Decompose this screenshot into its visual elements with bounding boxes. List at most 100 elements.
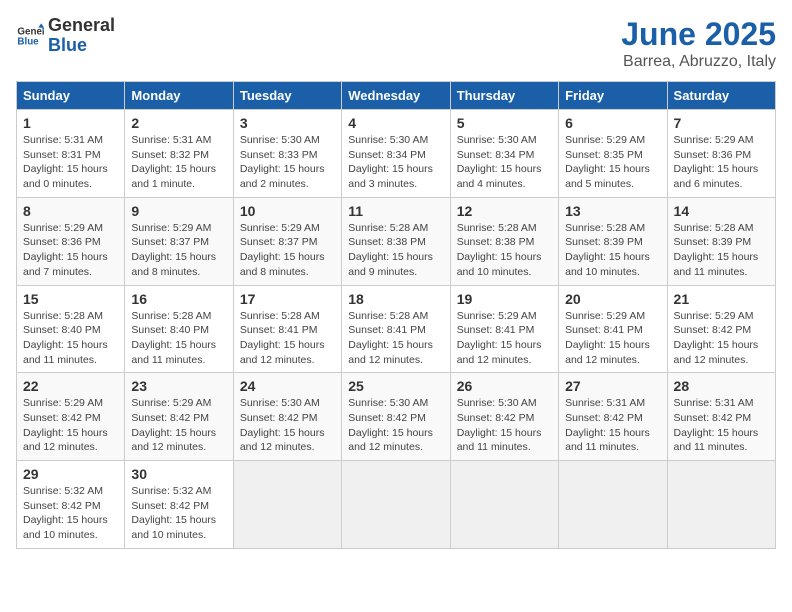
sunrise-label: Sunrise: 5:32 AM [131,485,211,497]
sunrise-label: Sunrise: 5:28 AM [23,310,103,322]
day-number: 7 [674,115,769,131]
day-number: 5 [457,115,552,131]
day-info: Sunrise: 5:31 AM Sunset: 8:32 PM Dayligh… [131,133,226,192]
calendar-cell: 16 Sunrise: 5:28 AM Sunset: 8:40 PM Dayl… [125,285,233,373]
calendar-cell: 6 Sunrise: 5:29 AM Sunset: 8:35 PM Dayli… [559,110,667,198]
daylight-label: Daylight: 15 hours and 4 minutes. [457,163,542,190]
daylight-label: Daylight: 15 hours and 9 minutes. [348,251,433,278]
day-info: Sunrise: 5:29 AM Sunset: 8:36 PM Dayligh… [674,133,769,192]
day-number: 25 [348,378,443,394]
day-number: 15 [23,291,118,307]
calendar-cell: 24 Sunrise: 5:30 AM Sunset: 8:42 PM Dayl… [233,373,341,461]
sunset-label: Sunset: 8:41 PM [565,324,643,336]
sunset-label: Sunset: 8:41 PM [240,324,318,336]
page-header: General Blue General Blue June 2025 Barr… [16,16,776,71]
daylight-label: Daylight: 15 hours and 10 minutes. [23,514,108,541]
sunset-label: Sunset: 8:38 PM [457,236,535,248]
day-number: 22 [23,378,118,394]
day-info: Sunrise: 5:28 AM Sunset: 8:40 PM Dayligh… [23,309,118,368]
calendar-header-row: Sunday Monday Tuesday Wednesday Thursday… [17,82,776,110]
daylight-label: Daylight: 15 hours and 11 minutes. [565,427,650,454]
calendar-cell: 30 Sunrise: 5:32 AM Sunset: 8:42 PM Dayl… [125,461,233,549]
title-area: June 2025 Barrea, Abruzzo, Italy [621,16,776,71]
daylight-label: Daylight: 15 hours and 8 minutes. [240,251,325,278]
day-info: Sunrise: 5:29 AM Sunset: 8:35 PM Dayligh… [565,133,660,192]
calendar-cell: 9 Sunrise: 5:29 AM Sunset: 8:37 PM Dayli… [125,197,233,285]
day-number: 12 [457,203,552,219]
day-number: 19 [457,291,552,307]
sunset-label: Sunset: 8:35 PM [565,149,643,161]
header-thursday: Thursday [450,82,558,110]
daylight-label: Daylight: 15 hours and 12 minutes. [240,339,325,366]
daylight-label: Daylight: 15 hours and 12 minutes. [457,339,542,366]
daylight-label: Daylight: 15 hours and 12 minutes. [565,339,650,366]
sunrise-label: Sunrise: 5:30 AM [457,397,537,409]
header-sunday: Sunday [17,82,125,110]
day-number: 26 [457,378,552,394]
calendar-cell: 18 Sunrise: 5:28 AM Sunset: 8:41 PM Dayl… [342,285,450,373]
day-info: Sunrise: 5:31 AM Sunset: 8:42 PM Dayligh… [565,396,660,455]
day-number: 30 [131,466,226,482]
day-info: Sunrise: 5:29 AM Sunset: 8:37 PM Dayligh… [240,221,335,280]
calendar-cell: 21 Sunrise: 5:29 AM Sunset: 8:42 PM Dayl… [667,285,775,373]
sunset-label: Sunset: 8:37 PM [240,236,318,248]
sunrise-label: Sunrise: 5:28 AM [348,310,428,322]
sunset-label: Sunset: 8:32 PM [131,149,209,161]
calendar-cell [233,461,341,549]
calendar-cell: 20 Sunrise: 5:29 AM Sunset: 8:41 PM Dayl… [559,285,667,373]
logo: General Blue General Blue [16,16,115,56]
calendar-cell: 11 Sunrise: 5:28 AM Sunset: 8:38 PM Dayl… [342,197,450,285]
sunrise-label: Sunrise: 5:28 AM [240,310,320,322]
sunset-label: Sunset: 8:42 PM [23,412,101,424]
day-number: 18 [348,291,443,307]
sunrise-label: Sunrise: 5:30 AM [457,134,537,146]
calendar-cell [559,461,667,549]
calendar-cell: 8 Sunrise: 5:29 AM Sunset: 8:36 PM Dayli… [17,197,125,285]
sunrise-label: Sunrise: 5:29 AM [674,134,754,146]
sunset-label: Sunset: 8:36 PM [23,236,101,248]
calendar-cell: 28 Sunrise: 5:31 AM Sunset: 8:42 PM Dayl… [667,373,775,461]
sunrise-label: Sunrise: 5:28 AM [457,222,537,234]
sunset-label: Sunset: 8:37 PM [131,236,209,248]
location-title: Barrea, Abruzzo, Italy [621,53,776,71]
sunrise-label: Sunrise: 5:30 AM [240,397,320,409]
sunrise-label: Sunrise: 5:28 AM [131,310,211,322]
daylight-label: Daylight: 15 hours and 12 minutes. [348,427,433,454]
daylight-label: Daylight: 15 hours and 12 minutes. [23,427,108,454]
sunset-label: Sunset: 8:42 PM [348,412,426,424]
header-monday: Monday [125,82,233,110]
daylight-label: Daylight: 15 hours and 11 minutes. [674,427,759,454]
calendar-cell: 10 Sunrise: 5:29 AM Sunset: 8:37 PM Dayl… [233,197,341,285]
daylight-label: Daylight: 15 hours and 7 minutes. [23,251,108,278]
sunset-label: Sunset: 8:40 PM [23,324,101,336]
sunset-label: Sunset: 8:42 PM [131,412,209,424]
sunset-label: Sunset: 8:40 PM [131,324,209,336]
sunrise-label: Sunrise: 5:29 AM [131,397,211,409]
day-number: 2 [131,115,226,131]
sunset-label: Sunset: 8:41 PM [348,324,426,336]
sunrise-label: Sunrise: 5:30 AM [348,134,428,146]
day-info: Sunrise: 5:28 AM Sunset: 8:38 PM Dayligh… [457,221,552,280]
day-info: Sunrise: 5:30 AM Sunset: 8:42 PM Dayligh… [240,396,335,455]
daylight-label: Daylight: 15 hours and 10 minutes. [457,251,542,278]
daylight-label: Daylight: 15 hours and 0 minutes. [23,163,108,190]
daylight-label: Daylight: 15 hours and 5 minutes. [565,163,650,190]
sunset-label: Sunset: 8:42 PM [674,324,752,336]
day-number: 8 [23,203,118,219]
calendar-cell: 25 Sunrise: 5:30 AM Sunset: 8:42 PM Dayl… [342,373,450,461]
header-friday: Friday [559,82,667,110]
day-info: Sunrise: 5:31 AM Sunset: 8:42 PM Dayligh… [674,396,769,455]
day-number: 14 [674,203,769,219]
sunrise-label: Sunrise: 5:28 AM [565,222,645,234]
header-tuesday: Tuesday [233,82,341,110]
calendar-cell: 27 Sunrise: 5:31 AM Sunset: 8:42 PM Dayl… [559,373,667,461]
day-info: Sunrise: 5:28 AM Sunset: 8:40 PM Dayligh… [131,309,226,368]
calendar-week-row: 1 Sunrise: 5:31 AM Sunset: 8:31 PM Dayli… [17,110,776,198]
sunset-label: Sunset: 8:42 PM [674,412,752,424]
day-info: Sunrise: 5:30 AM Sunset: 8:34 PM Dayligh… [457,133,552,192]
sunset-label: Sunset: 8:31 PM [23,149,101,161]
logo-icon: General Blue [16,22,44,50]
sunset-label: Sunset: 8:42 PM [565,412,643,424]
header-wednesday: Wednesday [342,82,450,110]
calendar-cell: 13 Sunrise: 5:28 AM Sunset: 8:39 PM Dayl… [559,197,667,285]
